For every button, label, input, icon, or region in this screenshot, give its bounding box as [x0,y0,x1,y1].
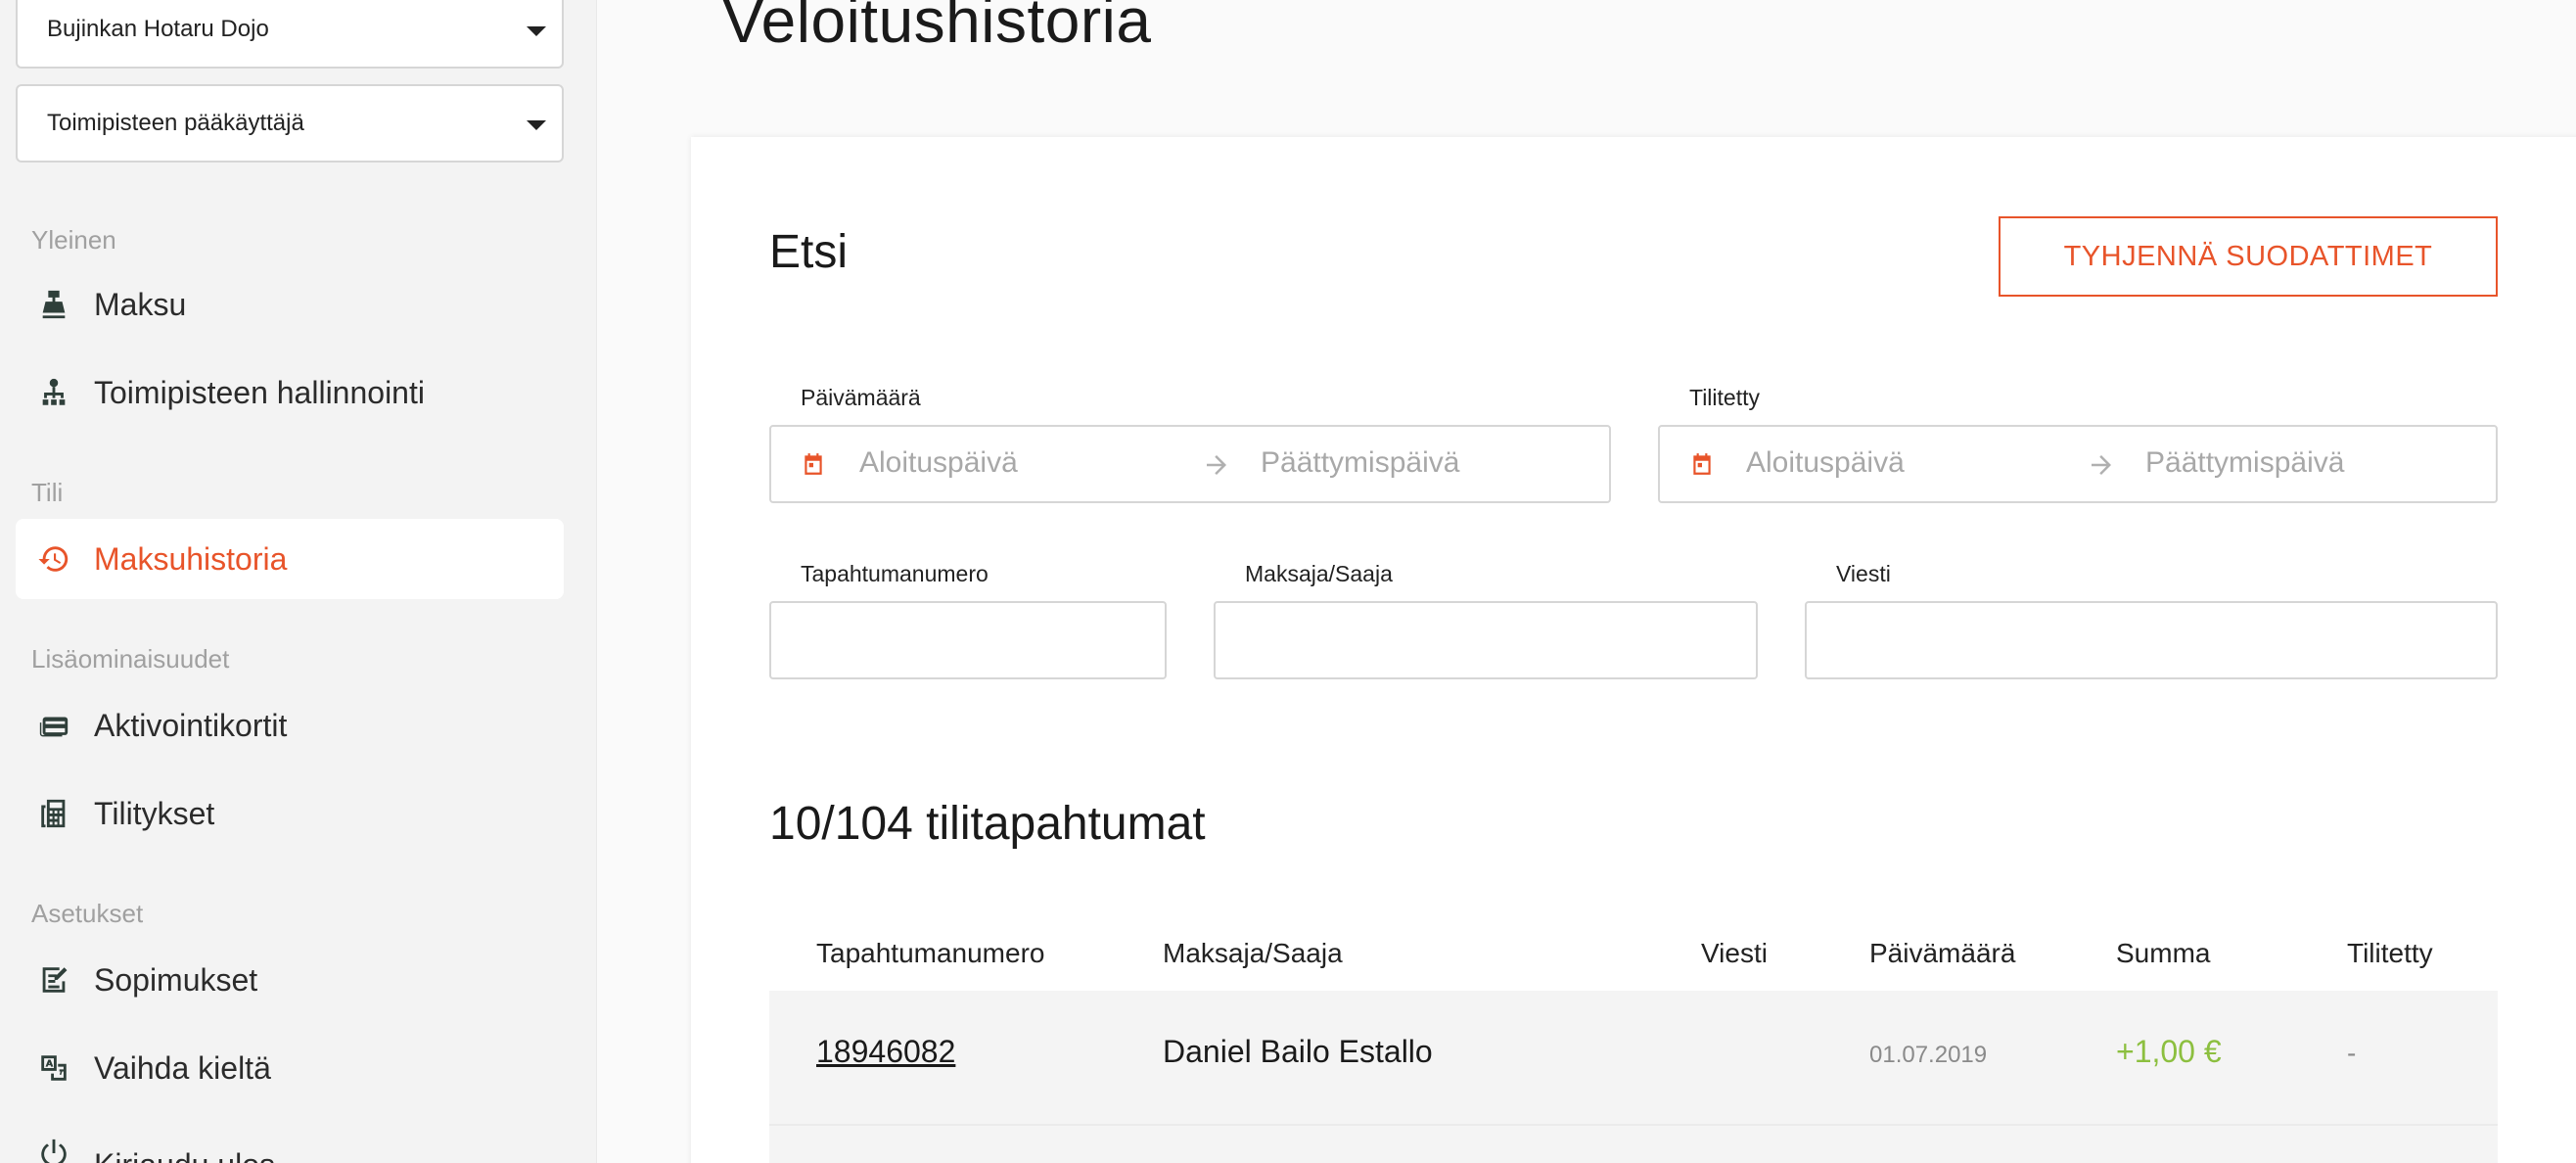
sidebar: Bujinkan Hotaru Dojo Toimipisteen pääkäy… [0,0,597,1163]
history-icon [37,542,70,576]
column-header-date[interactable]: Päivämäärä [1869,938,2015,969]
payer-label: Maksaja/Saaja [1245,561,1393,586]
calendar-icon [1693,453,1711,475]
sidebar-item-label: Maksu [94,286,187,322]
table-row[interactable]: 18946082 Daniel Bailo Estallo 01.07.2019… [769,991,2498,1124]
section-label-account: Tili [31,478,64,507]
sidebar-item-label: Vaihda kieltä [94,1049,271,1086]
payer-input[interactable] [1214,601,1758,679]
transaction-id-link[interactable]: 18946082 [816,1034,955,1070]
settled-range-field[interactable]: Aloituspäivä Päättymispäivä [1658,425,2498,503]
power-icon [37,1137,70,1163]
role-select-value: Toimipisteen pääkäyttäjä [47,110,304,136]
page-title: Veloitushistoria [722,0,1152,56]
transaction-input[interactable] [769,601,1167,679]
role-select[interactable]: Toimipisteen pääkäyttäjä [16,84,564,163]
arrow-right-icon [2092,455,2111,475]
column-header-sum[interactable]: Summa [2116,938,2210,969]
sidebar-item-label: Tilitykset [94,795,215,831]
column-header-payer[interactable]: Maksaja/Saaja [1163,938,1343,969]
column-header-settled[interactable]: Tilitetty [2347,938,2433,969]
message-label: Viesti [1836,561,1891,586]
results-title: 10/104 tilitapahtumat [769,798,1206,850]
sidebar-item-label: Aktivointikortit [94,707,288,743]
section-label-general: Yleinen [31,225,116,255]
search-title: Etsi [769,226,849,278]
section-label-extras: Lisäominaisuudet [31,644,230,674]
date-range-field[interactable]: Aloituspäivä Päättymispäivä [769,425,1611,503]
sitemap-icon [37,376,70,409]
sidebar-item-label: Maksuhistoria [94,540,288,577]
sidebar-item-change-language[interactable]: Vaihda kieltä [16,1028,564,1108]
sidebar-item-payment-history[interactable]: Maksuhistoria [16,519,564,599]
column-header-transaction[interactable]: Tapahtumanumero [816,938,1044,969]
dojo-select[interactable]: Bujinkan Hotaru Dojo [16,0,564,69]
payer-cell: Daniel Bailo Estallo [1163,1034,1433,1069]
sidebar-item-activation-cards[interactable]: Aktivointikortit [16,685,564,766]
translate-icon [37,1051,70,1085]
card-icon [37,709,70,742]
sidebar-item-payment[interactable]: Maksu [16,264,564,345]
sum-cell: +1,00 € [2116,1034,2222,1069]
date-label: Päivämäärä [801,385,921,410]
settled-label: Tilitetty [1689,385,1760,410]
settled-start-input[interactable]: Aloituspäivä [1746,446,1905,480]
arrow-right-icon [1207,455,1226,475]
sidebar-item-label: Sopimukset [94,961,258,998]
calculator-icon [37,797,70,830]
date-start-input[interactable]: Aloituspäivä [859,446,1018,480]
date-end-input[interactable]: Päättymispäivä [1261,446,1459,480]
chevron-down-icon [527,26,546,36]
sidebar-item-label: Toimipisteen hallinnointi [94,374,425,410]
column-header-message[interactable]: Viesti [1701,938,1768,969]
dojo-select-value: Bujinkan Hotaru Dojo [47,16,269,42]
table-row[interactable] [769,1124,2498,1163]
cash-register-icon [37,288,70,321]
settled-end-input[interactable]: Päättymispäivä [2145,446,2344,480]
sidebar-item-settlements[interactable]: Tilitykset [16,773,564,854]
sidebar-item-label: Kirjaudu ulos [94,1147,275,1163]
sidebar-item-logout[interactable]: Kirjaudu ulos [16,1126,564,1163]
settled-cell: - [2347,1038,2357,1068]
calendar-icon [805,453,822,475]
message-input[interactable] [1805,601,2498,679]
sidebar-item-site-admin[interactable]: Toimipisteen hallinnointi [16,352,564,433]
section-label-settings: Asetukset [31,899,144,928]
chevron-down-icon [527,120,546,130]
edit-document-icon [37,963,70,997]
clear-filters-button[interactable]: TYHJENNÄ SUODATTIMET [1999,216,2498,297]
sidebar-item-agreements[interactable]: Sopimukset [16,940,564,1020]
transaction-label: Tapahtumanumero [801,561,989,586]
date-cell: 01.07.2019 [1869,1042,1988,1068]
